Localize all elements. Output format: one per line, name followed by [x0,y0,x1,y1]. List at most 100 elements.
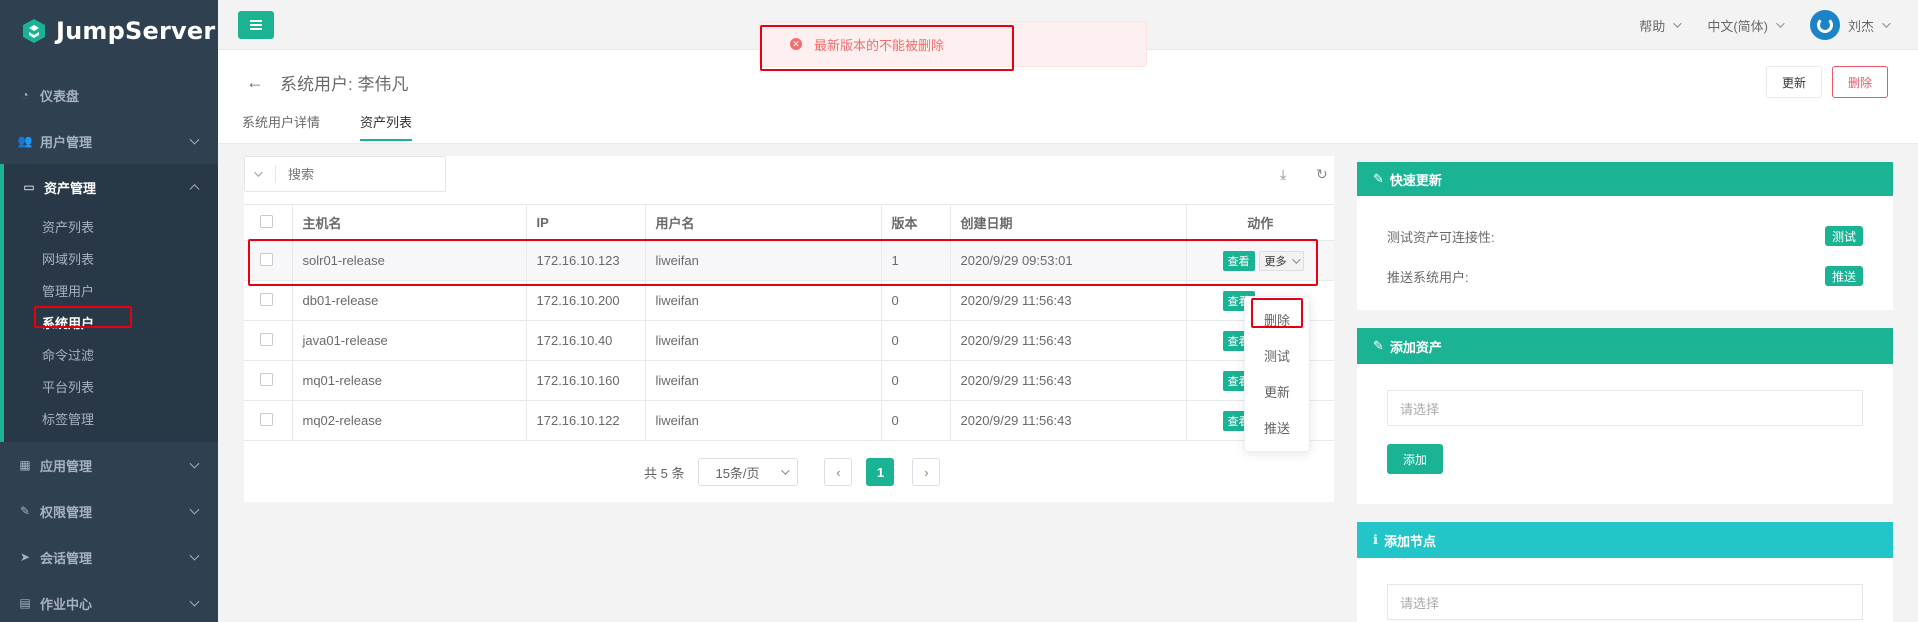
grid-icon: ▦ [19,458,31,472]
search-input[interactable] [288,166,418,182]
chevron-down-icon [189,550,200,561]
asset-table-panel: ⤓ ↻ 主机名 IP 用户名 版本 创建日期 动作 solr01-release… [244,156,1334,502]
row-checkbox[interactable] [260,372,273,386]
users-icon: 👥 [17,134,33,148]
sidebar-item-applications[interactable]: ▦ 应用管理 [0,442,218,488]
add-node-title: 添加节点 [1383,533,1436,549]
power-icon [1816,17,1833,33]
asset-select[interactable]: 请选择 [1387,390,1863,426]
help-dropdown[interactable]: 帮助 [1639,16,1682,35]
cell-created: 2020/9/29 11:56:43 [949,360,1186,401]
test-button[interactable]: 测试 [1824,226,1863,246]
update-button[interactable]: 更新 [1766,66,1822,98]
chevron-down-icon [254,168,263,177]
cell-ip: 172.16.10.123 [525,240,645,281]
add-node-panel: ℹ 添加节点 请选择 [1357,522,1893,622]
col-version[interactable]: 版本 [880,204,950,241]
cell-version: 0 [880,360,950,401]
row-checkbox[interactable] [260,332,273,346]
menu-item-update[interactable]: 更新 [1245,373,1309,409]
cell-hostname: db01-release [291,280,526,321]
page-title: 系统用户: 李伟凡 [280,75,409,94]
push-button[interactable]: 推送 [1824,266,1863,286]
cell-hostname: mq02-release [291,400,526,441]
row-checkbox[interactable] [260,292,273,306]
more-dropdown-menu: 删除 测试 更新 推送 [1244,296,1310,452]
col-created[interactable]: 创建日期 [949,204,1186,241]
page-number-1[interactable]: 1 [866,458,895,486]
chevron-down-icon [1776,19,1785,28]
info-icon: ℹ [1373,532,1378,547]
submenu-command-filter[interactable]: 命令过滤 [4,338,218,370]
view-button[interactable]: 查看 [1222,250,1255,271]
col-ip[interactable]: IP [525,204,645,241]
sidebar-item-permissions[interactable]: ✎ 权限管理 [0,488,218,534]
topbar-right: 帮助 中文(简体) 刘杰 [1639,0,1891,50]
cell-version: 0 [880,320,950,361]
language-dropdown[interactable]: 中文(简体) [1707,16,1785,35]
search-filter-dropdown[interactable] [245,168,269,177]
search-box[interactable] [244,156,446,192]
row-checkbox[interactable] [260,412,273,426]
row-checkbox[interactable] [260,252,273,266]
cell-ip: 172.16.10.40 [525,320,645,361]
chevron-down-icon [781,466,791,475]
back-arrow-icon[interactable]: ← [246,72,264,93]
submenu-platform-list[interactable]: 平台列表 [4,370,218,402]
avatar [1809,10,1840,40]
assets-submenu: 资产列表 网域列表 管理用户 系统用户 命令过滤 平台列表 标签管理 [4,210,218,442]
menu-toggle-button[interactable] [238,11,274,39]
sidebar-item-label: 用户管理 [40,134,93,150]
submenu-asset-list[interactable]: 资产列表 [4,210,218,242]
rocket-icon: ➤ [19,550,31,564]
add-asset-title: 添加资产 [1389,339,1442,355]
sidebar-item-sessions[interactable]: ➤ 会话管理 [0,534,218,580]
hdd-icon: ▭ [23,180,35,194]
edit-icon: ✎ [1373,171,1384,186]
menu-item-delete[interactable]: 删除 [1245,301,1309,337]
sidebar-item-label: 资产管理 [44,180,97,196]
sidebar-item-jobs[interactable]: ▤ 作业中心 [0,580,218,622]
push-user-label: 推送系统用户: [1387,269,1469,285]
sidebar-group-assets: ▭ 资产管理 资产列表 网域列表 管理用户 系统用户 命令过滤 平台列表 标签管… [0,164,218,442]
col-hostname[interactable]: 主机名 [291,204,526,241]
logo[interactable]: JumpServer [0,0,218,62]
language-label: 中文(简体) [1707,18,1768,34]
select-all-checkbox[interactable] [260,214,273,228]
more-dropdown-button[interactable]: 更多 [1258,250,1304,271]
tab-asset-list[interactable]: 资产列表 [360,112,413,141]
node-select[interactable]: 请选择 [1387,584,1863,620]
sidebar-item-assets[interactable]: ▭ 资产管理 [4,164,218,210]
cell-created: 2020/9/29 11:56:43 [949,320,1186,361]
toast-message: 最新版本的不能被删除 [814,37,945,53]
row-checkbox-cell [244,400,292,441]
tab-system-user-detail[interactable]: 系统用户详情 [242,112,320,141]
add-asset-button[interactable]: 添加 [1387,444,1443,474]
sidebar-item-users[interactable]: 👥 用户管理 [0,118,218,164]
cell-hostname: mq01-release [291,360,526,401]
cell-hostname: solr01-release [291,240,526,281]
submenu-label-management[interactable]: 标签管理 [4,402,218,434]
download-icon[interactable]: ⤓ [1280,166,1286,183]
page-size-select[interactable]: 15条/页 [698,458,799,486]
refresh-icon[interactable]: ↻ [1316,166,1328,183]
delete-button[interactable]: 删除 [1832,66,1888,98]
submenu-admin-user[interactable]: 管理用户 [4,274,218,306]
user-name: 刘杰 [1847,18,1874,34]
table-row: db01-release 172.16.10.200 liweifan 0 20… [244,280,1334,321]
sidebar-item-dashboard[interactable]: ◔ 仪表盘 [0,72,218,118]
cell-username: liweifan [644,360,881,401]
next-page-button[interactable]: › [912,458,941,486]
prev-page-button[interactable]: ‹ [824,458,853,486]
asset-table: 主机名 IP 用户名 版本 创建日期 动作 solr01-release 172… [244,204,1334,441]
help-label: 帮助 [1639,18,1666,34]
submenu-domain-list[interactable]: 网域列表 [4,242,218,274]
menu-item-push[interactable]: 推送 [1245,409,1309,445]
total-count: 共 5 条 [644,465,685,481]
chevron-down-icon [1291,254,1301,264]
menu-item-test[interactable]: 测试 [1245,337,1309,373]
submenu-system-user[interactable]: 系统用户 [4,306,218,338]
col-username[interactable]: 用户名 [644,204,881,241]
add-asset-header: ✎ 添加资产 [1357,328,1893,364]
user-dropdown[interactable]: 刘杰 [1809,10,1891,40]
